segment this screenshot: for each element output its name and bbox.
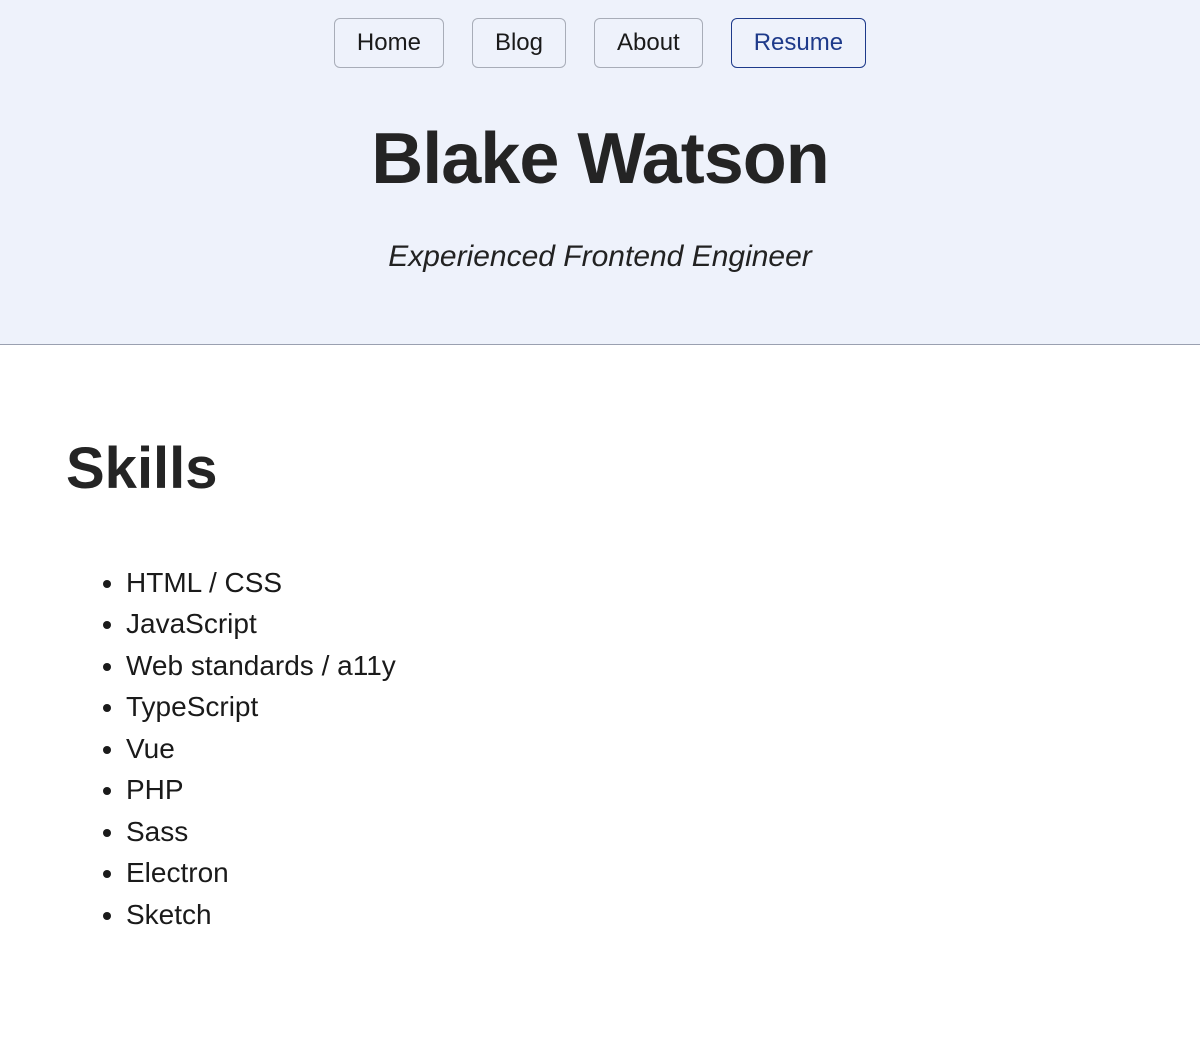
list-item: Electron — [126, 852, 1134, 893]
list-item: TypeScript — [126, 686, 1134, 727]
page-subtitle: Experienced Frontend Engineer — [0, 240, 1200, 274]
list-item: Web standards / a11y — [126, 645, 1134, 686]
list-item: HTML / CSS — [126, 562, 1134, 603]
main-nav: Home Blog About Resume — [0, 0, 1200, 118]
nav-home[interactable]: Home — [334, 18, 444, 68]
main-content: Skills HTML / CSS JavaScript Web standar… — [0, 345, 1200, 975]
list-item: Vue — [126, 728, 1134, 769]
list-item: Sketch — [126, 894, 1134, 935]
list-item: Sass — [126, 811, 1134, 852]
list-item: PHP — [126, 769, 1134, 810]
list-item: JavaScript — [126, 603, 1134, 644]
page-title: Blake Watson — [0, 118, 1200, 200]
skills-heading: Skills — [66, 435, 1134, 502]
nav-blog[interactable]: Blog — [472, 18, 566, 68]
nav-about[interactable]: About — [594, 18, 703, 68]
page-header: Home Blog About Resume Blake Watson Expe… — [0, 0, 1200, 345]
skills-list: HTML / CSS JavaScript Web standards / a1… — [66, 562, 1134, 935]
nav-resume[interactable]: Resume — [731, 18, 866, 68]
